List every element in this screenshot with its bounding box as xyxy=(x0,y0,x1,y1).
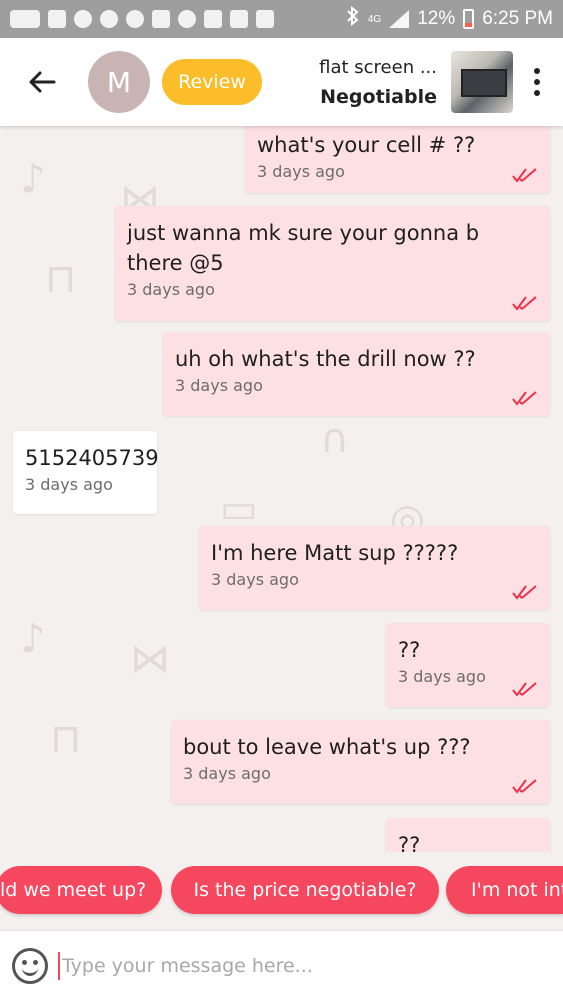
back-arrow-icon xyxy=(29,71,56,93)
system-status: 4G 12% 6:25 PM xyxy=(346,5,553,32)
message-text: uh oh what's the drill now ?? xyxy=(175,347,476,371)
read-receipt-icon xyxy=(512,391,537,406)
bowtie-doodle-icon: ⋈ xyxy=(130,636,170,682)
usb-icon xyxy=(256,10,274,28)
quick-reply-label: ld we meet up? xyxy=(0,879,147,901)
chat-icon xyxy=(74,10,92,28)
battery-icon xyxy=(463,9,475,29)
quick-reply-not-interested[interactable]: I'm not int xyxy=(446,866,563,914)
message-bubble-outgoing[interactable]: just wanna mk sure your gonna b there @5… xyxy=(115,206,550,321)
status-bar: 4G 12% 6:25 PM xyxy=(0,0,563,38)
listing-price: Negotiable xyxy=(320,85,437,108)
read-receipt-icon xyxy=(512,168,537,183)
message-text: ?? xyxy=(398,833,421,852)
message-bubble-incoming[interactable]: 5152405739 3 days ago xyxy=(13,431,159,514)
message-time: 3 days ago xyxy=(127,280,215,299)
message-text: ?? xyxy=(398,638,421,662)
emoji-icon[interactable] xyxy=(12,947,48,984)
more-vert-icon xyxy=(534,68,540,74)
message-bubble-outgoing[interactable]: what's your cell # ?? 3 days ago xyxy=(245,126,550,193)
bluetooth-icon xyxy=(346,5,360,32)
usb-icon xyxy=(204,10,222,28)
missed-call-icon xyxy=(152,10,170,28)
pants-doodle-icon: ⊓ xyxy=(50,716,82,762)
chrome-icon xyxy=(126,10,144,28)
trumpet-doodle-icon: ♪ xyxy=(20,616,46,662)
listing-title: flat screen ... xyxy=(319,56,437,78)
message-text: bout to leave what's up ??? xyxy=(183,735,471,759)
quick-reply-label: Is the price negotiable? xyxy=(193,879,417,901)
message-bubble-outgoing[interactable]: ?? xyxy=(386,818,550,852)
trumpet-doodle-icon: ♪ xyxy=(20,156,46,202)
message-composer xyxy=(0,930,563,1000)
signal-icon xyxy=(389,10,410,28)
message-text: 5152405739 xyxy=(25,446,159,470)
message-bubble-outgoing[interactable]: uh oh what's the drill now ?? 3 days ago xyxy=(163,332,550,416)
message-time: 3 days ago xyxy=(211,570,299,589)
sync-icon xyxy=(178,10,196,28)
listing-thumbnail[interactable] xyxy=(451,51,513,113)
quick-replies: ld we meet up? Is the price negotiable? … xyxy=(0,866,563,916)
back-button[interactable] xyxy=(22,62,62,102)
messages-icon xyxy=(10,10,40,28)
review-button[interactable]: Review xyxy=(162,59,262,105)
clock: 6:25 PM xyxy=(482,8,553,29)
message-time: 3 days ago xyxy=(25,475,113,494)
headphones-doodle-icon: ∩ xyxy=(320,416,350,462)
chat-header: M Review flat screen ... Negotiable xyxy=(0,38,563,126)
voicemail-icon xyxy=(230,10,248,28)
chat-messages[interactable]: ♪ ⋈ ⊓ ∩ ▭ ◎ ♪ ⋈ ⊓ what's your cell # ?? … xyxy=(0,126,563,852)
message-text: just wanna mk sure your gonna b there @5 xyxy=(127,221,480,275)
message-time: 3 days ago xyxy=(183,764,271,783)
quick-reply-label: I'm not int xyxy=(471,879,563,901)
listing-info[interactable]: flat screen ... Negotiable xyxy=(319,57,437,108)
message-text: what's your cell # ?? xyxy=(257,133,476,157)
more-options-button[interactable] xyxy=(523,62,551,102)
usb-icon xyxy=(48,10,66,28)
message-input[interactable] xyxy=(62,954,502,977)
network-type-icon: 4G xyxy=(367,13,382,25)
battery-percent: 12% xyxy=(417,8,456,29)
read-receipt-icon xyxy=(512,585,537,600)
pinterest-icon xyxy=(100,10,118,28)
quick-reply-price-negotiable[interactable]: Is the price negotiable? xyxy=(171,866,439,914)
message-text: I'm here Matt sup ????? xyxy=(211,541,459,565)
read-receipt-icon xyxy=(512,682,537,697)
pants-doodle-icon: ⊓ xyxy=(45,256,77,302)
notification-icons xyxy=(10,10,274,28)
text-cursor xyxy=(58,951,60,980)
message-bubble-outgoing[interactable]: I'm here Matt sup ????? 3 days ago xyxy=(199,526,550,610)
avatar[interactable]: M xyxy=(88,51,150,113)
read-receipt-icon xyxy=(512,779,537,794)
read-receipt-icon xyxy=(512,296,537,311)
message-bubble-outgoing[interactable]: ?? 3 days ago xyxy=(386,623,550,707)
quick-reply-meet-up[interactable]: ld we meet up? xyxy=(0,866,162,914)
message-time: 3 days ago xyxy=(257,162,345,181)
message-bubble-outgoing[interactable]: bout to leave what's up ??? 3 days ago xyxy=(171,720,550,804)
message-time: 3 days ago xyxy=(175,376,263,395)
